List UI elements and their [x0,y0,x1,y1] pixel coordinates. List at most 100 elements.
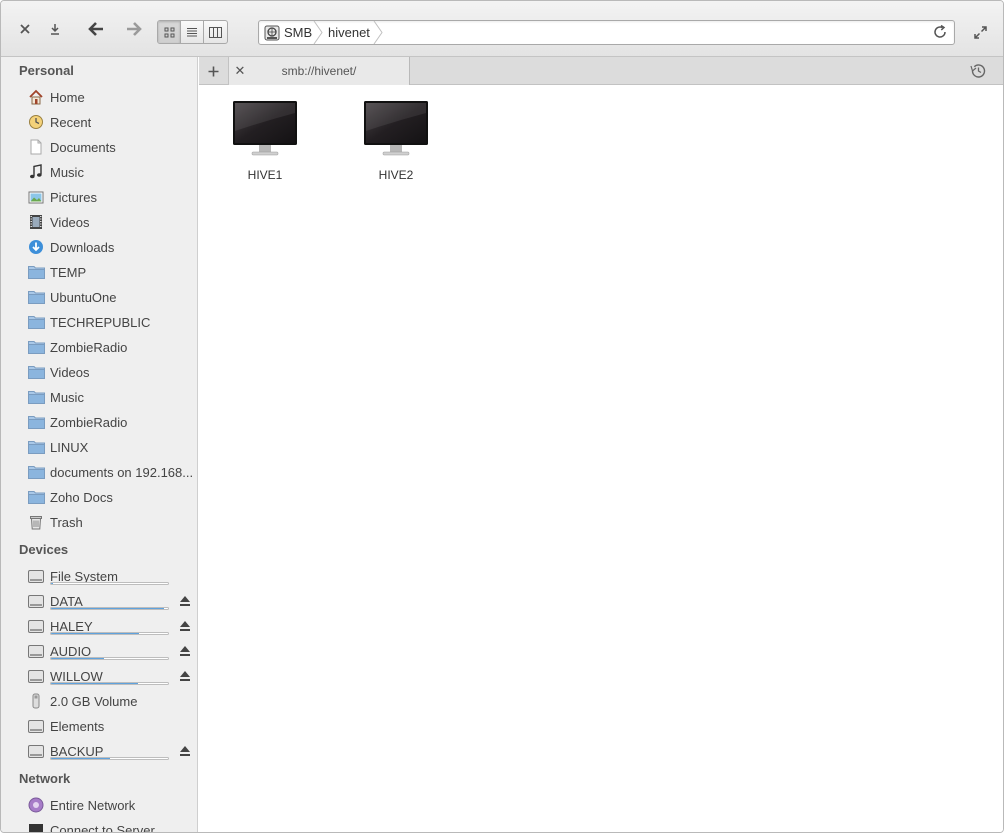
drive-icon [27,567,45,585]
sidebar-item-linux[interactable]: LINUX [27,436,193,458]
sidebar-item-trash[interactable]: Trash [27,511,193,533]
sidebar-item-entire-network[interactable]: Entire Network [27,794,193,816]
file-item-hive2[interactable]: HIVE2 [351,99,441,182]
trash-icon [27,513,45,531]
sidebar-item-pictures[interactable]: Pictures [27,186,193,208]
forward-button[interactable] [123,18,145,40]
reload-icon[interactable] [932,24,948,40]
sidebar-item-label: Videos [50,214,90,230]
sidebar-item-videos[interactable]: Videos [27,361,193,383]
folder-icon [27,263,45,281]
breadcrumb-separator [373,21,383,44]
music-icon [27,163,45,181]
download-icon[interactable] [44,18,66,40]
sidebar-item-temp[interactable]: TEMP [27,261,193,283]
sidebar-item-label: Entire Network [50,797,136,813]
sidebar-section-personal: Personal [19,63,74,78]
folder-icon [27,313,45,331]
eject-icon[interactable] [179,595,191,607]
eject-icon[interactable] [179,645,191,657]
sidebar-item-label: Downloads [50,239,115,255]
column-view-button[interactable] [204,21,227,43]
tab-label: smb://hivenet/ [281,64,357,78]
location-bar[interactable]: SMB hivenet [258,20,955,45]
sidebar-item-music[interactable]: Music [27,161,193,183]
sidebar-section-devices: Devices [19,542,69,557]
folder-icon [27,363,45,381]
sidebar-item-music[interactable]: Music [27,386,193,408]
file-item-hive1[interactable]: HIVE1 [220,99,310,182]
icon-view-button[interactable] [158,21,181,43]
tab-hivenet[interactable]: ✕ smb://hivenet/ [229,57,410,85]
computer-icon [364,101,428,156]
sidebar-item-label: Zoho Docs [50,489,113,505]
breadcrumb-hivenet[interactable]: hivenet [328,21,370,44]
sidebar-item-label: Music [50,164,84,180]
recent-icon [27,113,45,131]
fullscreen-icon [973,25,987,39]
file-manager-window: SMB hivenet Personal Devices Network Hom… [0,0,1004,833]
sidebar-item-label: ZombieRadio [50,339,128,355]
sidebar-item-2-0-gb-volume[interactable]: 2.0 GB Volume [27,690,193,712]
sidebar-item-downloads[interactable]: Downloads [27,236,193,258]
arrow-left-icon [88,22,103,36]
eject-icon[interactable] [179,620,191,632]
history-icon[interactable] [969,62,987,80]
sidebar-item-documents[interactable]: Documents [27,136,193,158]
folder-icon [27,338,45,356]
sidebar-item-label: LINUX [50,439,89,455]
sidebar-item-label: ZombieRadio [50,414,128,430]
home-icon [27,88,45,106]
view-mode-switcher [157,20,228,44]
sidebar-item-label: Home [50,89,85,105]
sidebar-item-recent[interactable]: Recent [27,111,193,133]
new-tab-button[interactable] [199,57,229,85]
sidebar-item-documents-on-192-168[interactable]: documents on 192.168.... [27,461,193,483]
disk-usage-bar [50,632,169,635]
breadcrumb-label: SMB [284,25,313,40]
sidebar-item-connect-to-server[interactable]: Connect to Server [27,819,193,832]
columns-icon [209,26,222,38]
list-icon [187,27,197,36]
eject-icon[interactable] [179,670,191,682]
header-bar: SMB hivenet [1,1,1003,57]
sidebar-item-videos[interactable]: Videos [27,211,193,233]
downloads-icon [27,238,45,256]
network-drive-icon [264,25,280,40]
plus-icon [208,66,219,76]
tab-bar: ✕ smb://hivenet/ [199,57,1003,85]
sidebar-item-elements[interactable]: Elements [27,715,193,737]
usb-icon [27,692,45,710]
list-view-button[interactable] [181,21,204,43]
disk-usage-bar [50,582,169,585]
close-icon[interactable] [14,18,36,40]
folder-icon [27,288,45,306]
sidebar-item-ubuntuone[interactable]: UbuntuOne [27,286,193,308]
sidebar-item-home[interactable]: Home [27,86,193,108]
server-icon [27,821,45,832]
drive-icon [27,717,45,735]
drive-icon [27,742,45,760]
file-item-label: HIVE1 [247,168,283,182]
sidebar-item-zoho-docs[interactable]: Zoho Docs [27,486,193,508]
back-button[interactable] [85,18,107,40]
fullscreen-button[interactable] [969,21,991,43]
sidebar: Personal Devices Network Home Recent Docum… [1,57,198,832]
folder-icon [27,438,45,456]
sidebar-item-label: Videos [50,364,90,380]
grid-icon [164,27,174,37]
sidebar-item-techrepublic[interactable]: TECHREPUBLIC [27,311,193,333]
eject-icon[interactable] [179,745,191,757]
tab-close-icon[interactable]: ✕ [229,63,251,79]
sidebar-item-zombieradio[interactable]: ZombieRadio [27,336,193,358]
sidebar-item-label: Pictures [50,189,97,205]
breadcrumb-smb[interactable]: SMB [264,21,312,44]
folder-icon [27,388,45,406]
sidebar-item-label: TECHREPUBLIC [50,314,151,330]
folder-icon [27,488,45,506]
sidebar-item-zombieradio[interactable]: ZombieRadio [27,411,193,433]
sidebar-item-label: Recent [50,114,92,130]
disk-usage-bar [50,757,169,760]
breadcrumb-separator [313,21,323,44]
sidebar-item-label: Documents [50,139,116,155]
